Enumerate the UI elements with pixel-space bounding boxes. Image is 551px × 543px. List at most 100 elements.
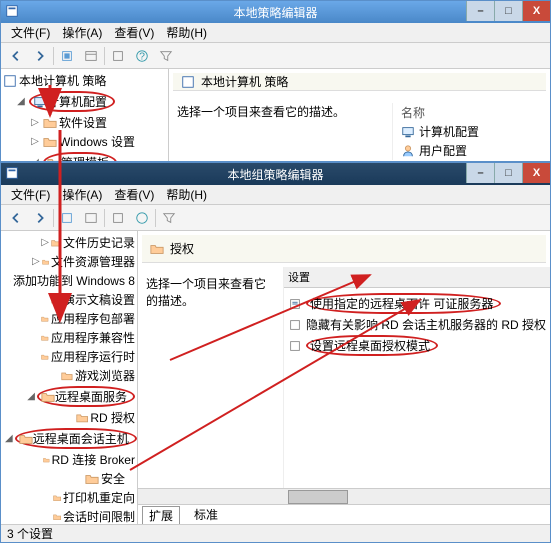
tree-item[interactable]: 会话时间限制 xyxy=(3,507,135,524)
titlebar[interactable]: 本地组策略编辑器 – □ X xyxy=(1,163,550,185)
policy-icon xyxy=(3,74,17,88)
settings-header: 设置 xyxy=(284,267,550,288)
folder-icon xyxy=(150,242,164,256)
titlebar[interactable]: 本地策略编辑器 – □ X xyxy=(1,1,550,23)
menu-view[interactable]: 查看(V) xyxy=(108,186,160,203)
maximize-button[interactable]: □ xyxy=(494,1,522,21)
folder-icon xyxy=(43,116,57,130)
up-button[interactable] xyxy=(56,45,78,67)
menu-action[interactable]: 操作(A) xyxy=(56,24,108,41)
tree-item[interactable]: ▷文件历史记录 xyxy=(3,233,135,252)
setting-icon xyxy=(288,297,302,311)
tree-label: RD 连接 Broker xyxy=(52,451,135,468)
menu-help[interactable]: 帮助(H) xyxy=(160,24,213,41)
tree-software-settings[interactable]: ▷软件设置 xyxy=(3,113,166,132)
detail-header: 授权 xyxy=(142,235,546,263)
tree-item[interactable]: 应用程序运行时 xyxy=(3,347,135,366)
tree-item[interactable]: RD 授权 xyxy=(3,408,135,427)
prop-user-config[interactable]: 用户配置 xyxy=(401,141,542,160)
tree-rd-session-host[interactable]: ◢ 远程桌面会话主机 xyxy=(3,427,135,450)
detail-header: 本地计算机 策略 xyxy=(173,73,546,91)
close-button[interactable]: X xyxy=(522,1,550,21)
folder-icon xyxy=(41,312,49,326)
folder-icon xyxy=(41,390,55,404)
filter-button[interactable] xyxy=(155,45,177,67)
forward-button[interactable] xyxy=(29,207,51,229)
tree-label: 管理模板 xyxy=(61,154,109,161)
prop-label: 用户配置 xyxy=(419,142,467,159)
setting-label: 使用指定的远程桌面许 可证服务器 xyxy=(310,295,493,312)
setting-license-servers[interactable]: 使用指定的远程桌面许 可证服务器 xyxy=(288,292,546,315)
up-button[interactable] xyxy=(56,207,78,229)
tree-item[interactable]: 应用程序兼容性 xyxy=(3,328,135,347)
tree-admin-templates[interactable]: ◢ 管理模板 xyxy=(3,151,166,161)
detail-prompt: 选择一个项目来查看它的描述。 xyxy=(177,103,380,160)
tree-windows-settings[interactable]: ▷Windows 设置 xyxy=(3,132,166,151)
window-controls: – □ X xyxy=(466,1,550,21)
close-button[interactable]: X xyxy=(522,163,550,183)
tree-item[interactable]: 安全 xyxy=(3,469,135,488)
tab-standard[interactable]: 标准 xyxy=(188,506,224,523)
tree-item[interactable]: 游戏浏览器 xyxy=(3,366,135,385)
forward-button[interactable] xyxy=(29,45,51,67)
tree-remote-desktop-services[interactable]: ◢ 远程桌面服务 xyxy=(3,385,135,408)
filter-button[interactable] xyxy=(158,207,180,229)
tree-label: 游戏浏览器 xyxy=(75,367,135,384)
tree-label: 打印机重定向 xyxy=(63,489,135,506)
minimize-button[interactable]: – xyxy=(466,1,494,21)
tree-item[interactable]: RD 连接 Broker xyxy=(3,450,135,469)
tree-pane[interactable]: 本地计算机 策略 ◢ 计算机配置 ▷软件设置 ▷Windows 设置 ◢ 管理模… xyxy=(1,69,169,161)
menu-action[interactable]: 操作(A) xyxy=(56,186,108,203)
tree-root-label: 本地计算机 策略 xyxy=(19,72,106,89)
app-icon xyxy=(5,4,21,20)
tree-item[interactable]: ▷文件资源管理器 xyxy=(3,252,135,271)
show-hide-button[interactable] xyxy=(80,207,102,229)
tree-label: 应用程序兼容性 xyxy=(51,329,135,346)
statusbar: 3 个设置 xyxy=(1,524,550,542)
detail-pane: 授权 选择一个项目来查看它的描述。 设置 使用指定的远程桌面许 可证服务器 隐藏… xyxy=(138,231,550,524)
setting-hide-rd[interactable]: 隐藏有关影响 RD 会话主机服务器的 RD 授权 xyxy=(288,315,546,334)
folder-icon xyxy=(43,453,50,467)
tree-item[interactable]: 添加功能到 Windows 8 xyxy=(3,271,135,290)
back-button[interactable] xyxy=(5,207,27,229)
tree-item[interactable]: 演示文稿设置 xyxy=(3,290,135,309)
menu-file[interactable]: 文件(F) xyxy=(5,24,56,41)
setting-license-mode[interactable]: 设置远程桌面授权模式 xyxy=(288,334,546,357)
folder-icon xyxy=(76,411,88,425)
maximize-button[interactable]: □ xyxy=(494,163,522,183)
tree-item[interactable]: 打印机重定向 xyxy=(3,488,135,507)
detail-props: 名称 计算机配置 用户配置 xyxy=(392,103,542,160)
help-button[interactable] xyxy=(131,207,153,229)
tree-label: 添加功能到 Windows 8 xyxy=(13,272,135,289)
tree-label: 文件历史记录 xyxy=(63,234,135,251)
content-area: 本地计算机 策略 ◢ 计算机配置 ▷软件设置 ▷Windows 设置 ◢ 管理模… xyxy=(1,69,550,161)
tree-root[interactable]: 本地计算机 策略 xyxy=(3,71,166,90)
detail-pane: 本地计算机 策略 选择一个项目来查看它的描述。 名称 计算机配置 用户配置 xyxy=(169,69,550,161)
user-icon xyxy=(401,144,415,158)
expander-icon[interactable]: ▷ xyxy=(29,117,41,128)
back-button[interactable] xyxy=(5,45,27,67)
prop-computer-config[interactable]: 计算机配置 xyxy=(401,122,542,141)
detail-scrollbar[interactable] xyxy=(138,488,550,504)
tab-extended[interactable]: 扩展 xyxy=(142,506,180,524)
show-hide-button[interactable] xyxy=(80,45,102,67)
tree-pane[interactable]: ▷文件历史记录 ▷文件资源管理器 添加功能到 Windows 8 演示文稿设置 … xyxy=(1,231,138,524)
minimize-button[interactable]: – xyxy=(466,163,494,183)
folder-icon xyxy=(10,274,11,288)
expander-icon[interactable]: ◢ xyxy=(29,157,41,161)
expander-icon[interactable]: ◢ xyxy=(15,96,27,107)
menu-view[interactable]: 查看(V) xyxy=(108,24,160,41)
menu-file[interactable]: 文件(F) xyxy=(5,186,56,203)
status-text: 3 个设置 xyxy=(7,525,53,542)
expander-icon[interactable]: ▷ xyxy=(29,136,41,147)
folder-icon xyxy=(85,472,99,486)
toolbar: ? xyxy=(1,43,550,69)
policy-icon xyxy=(181,75,195,89)
tree-label: 远程桌面服务 xyxy=(55,388,127,405)
export-button[interactable] xyxy=(107,45,129,67)
tree-item[interactable]: 应用程序包部署 xyxy=(3,309,135,328)
menu-help[interactable]: 帮助(H) xyxy=(160,186,213,203)
export-button[interactable] xyxy=(107,207,129,229)
help-button[interactable]: ? xyxy=(131,45,153,67)
tree-computer-config[interactable]: ◢ 计算机配置 xyxy=(3,90,166,113)
